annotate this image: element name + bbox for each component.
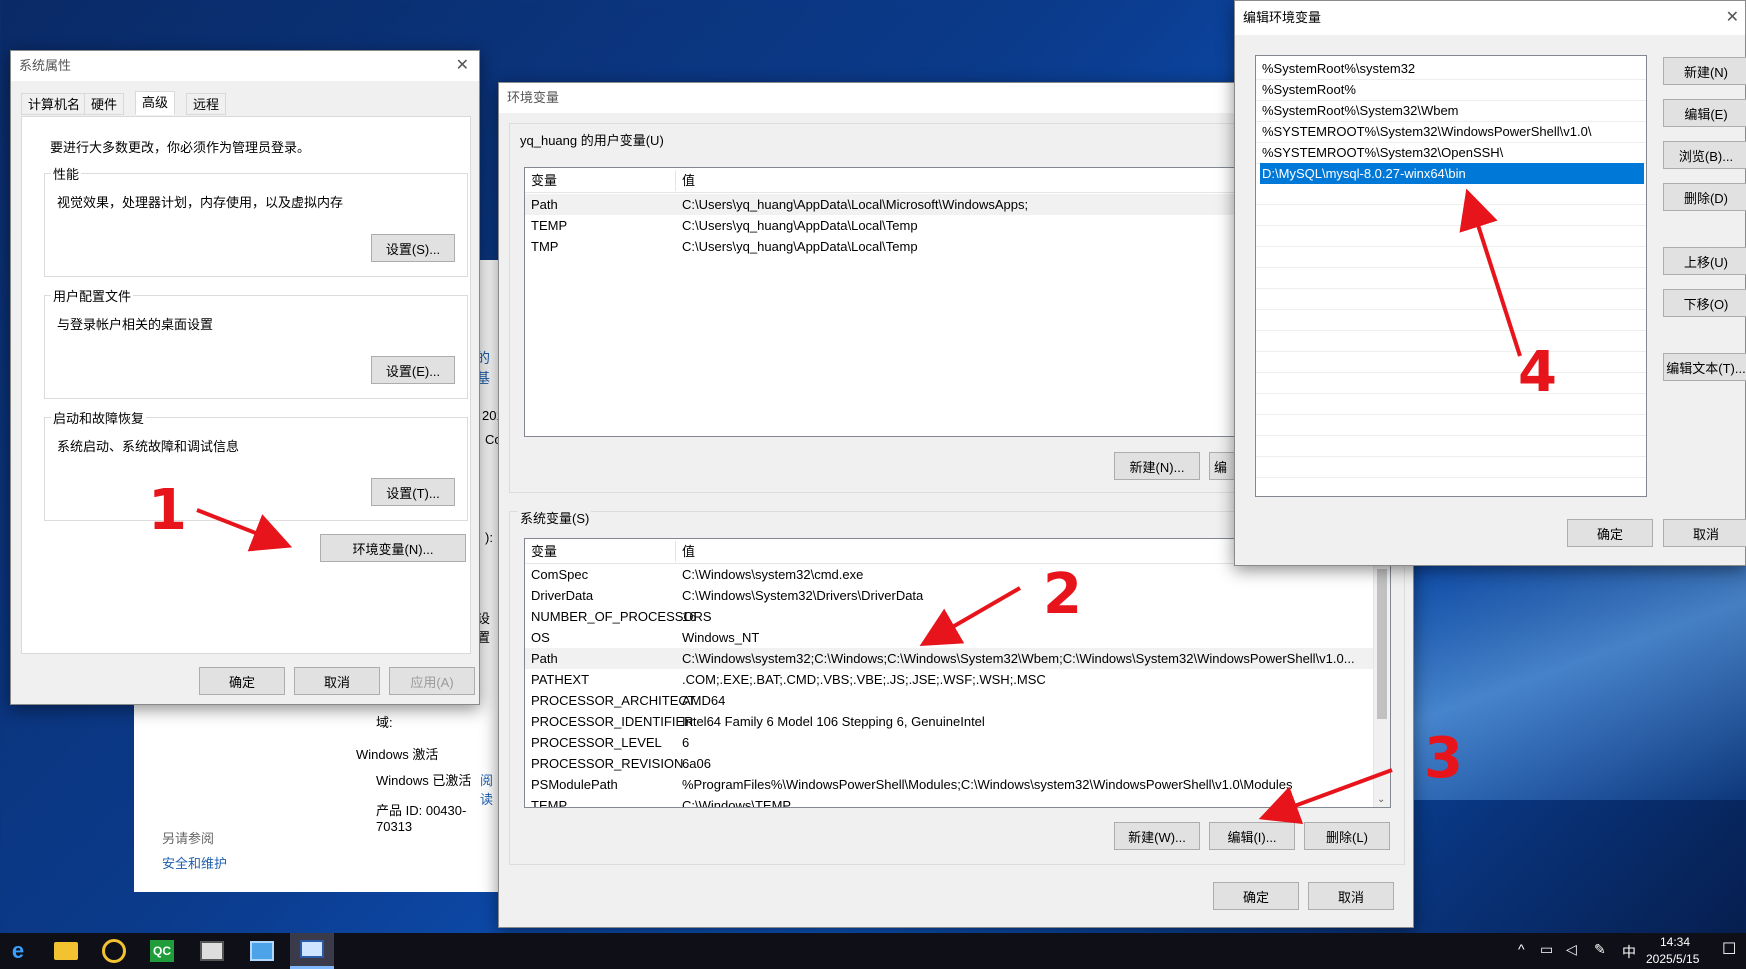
tray-chevron-icon[interactable]: ^ xyxy=(1518,941,1525,957)
app-icon[interactable] xyxy=(200,941,224,961)
annotation-number-3: 3 xyxy=(1424,726,1463,791)
annotation-number-4: 4 xyxy=(1518,340,1557,405)
clock-time[interactable]: 14:34 xyxy=(1660,935,1690,949)
annotation-arrow-4 xyxy=(1459,188,1522,357)
ime-indicator[interactable]: 中 xyxy=(1622,942,1636,962)
annotation-arrows xyxy=(196,188,1522,825)
notification-icon[interactable]: ☐ xyxy=(1722,939,1736,959)
ie-icon[interactable]: e xyxy=(6,939,30,963)
taskbar: e QC ^ ▭ ◁ ✎ 中 14:34 2025/5/15 ☐ xyxy=(0,933,1746,969)
annotation-arrow-1 xyxy=(196,508,293,552)
annotation-number-2: 2 xyxy=(1043,562,1082,627)
system-props-icon[interactable] xyxy=(290,933,334,969)
explorer-icon[interactable] xyxy=(54,942,78,960)
network-icon[interactable]: ▭ xyxy=(1540,941,1553,958)
qc-icon[interactable]: QC xyxy=(150,940,174,962)
network-app-icon[interactable] xyxy=(250,941,274,961)
pen-icon[interactable]: ✎ xyxy=(1594,941,1606,958)
clock-date[interactable]: 2025/5/15 xyxy=(1646,952,1699,966)
volume-icon[interactable]: ◁ xyxy=(1566,941,1577,958)
annotation-number-1: 1 xyxy=(148,478,187,543)
browser-icon[interactable] xyxy=(102,939,126,963)
annotation-arrow-2 xyxy=(919,586,1022,647)
annotation-arrow-3 xyxy=(1258,768,1393,825)
